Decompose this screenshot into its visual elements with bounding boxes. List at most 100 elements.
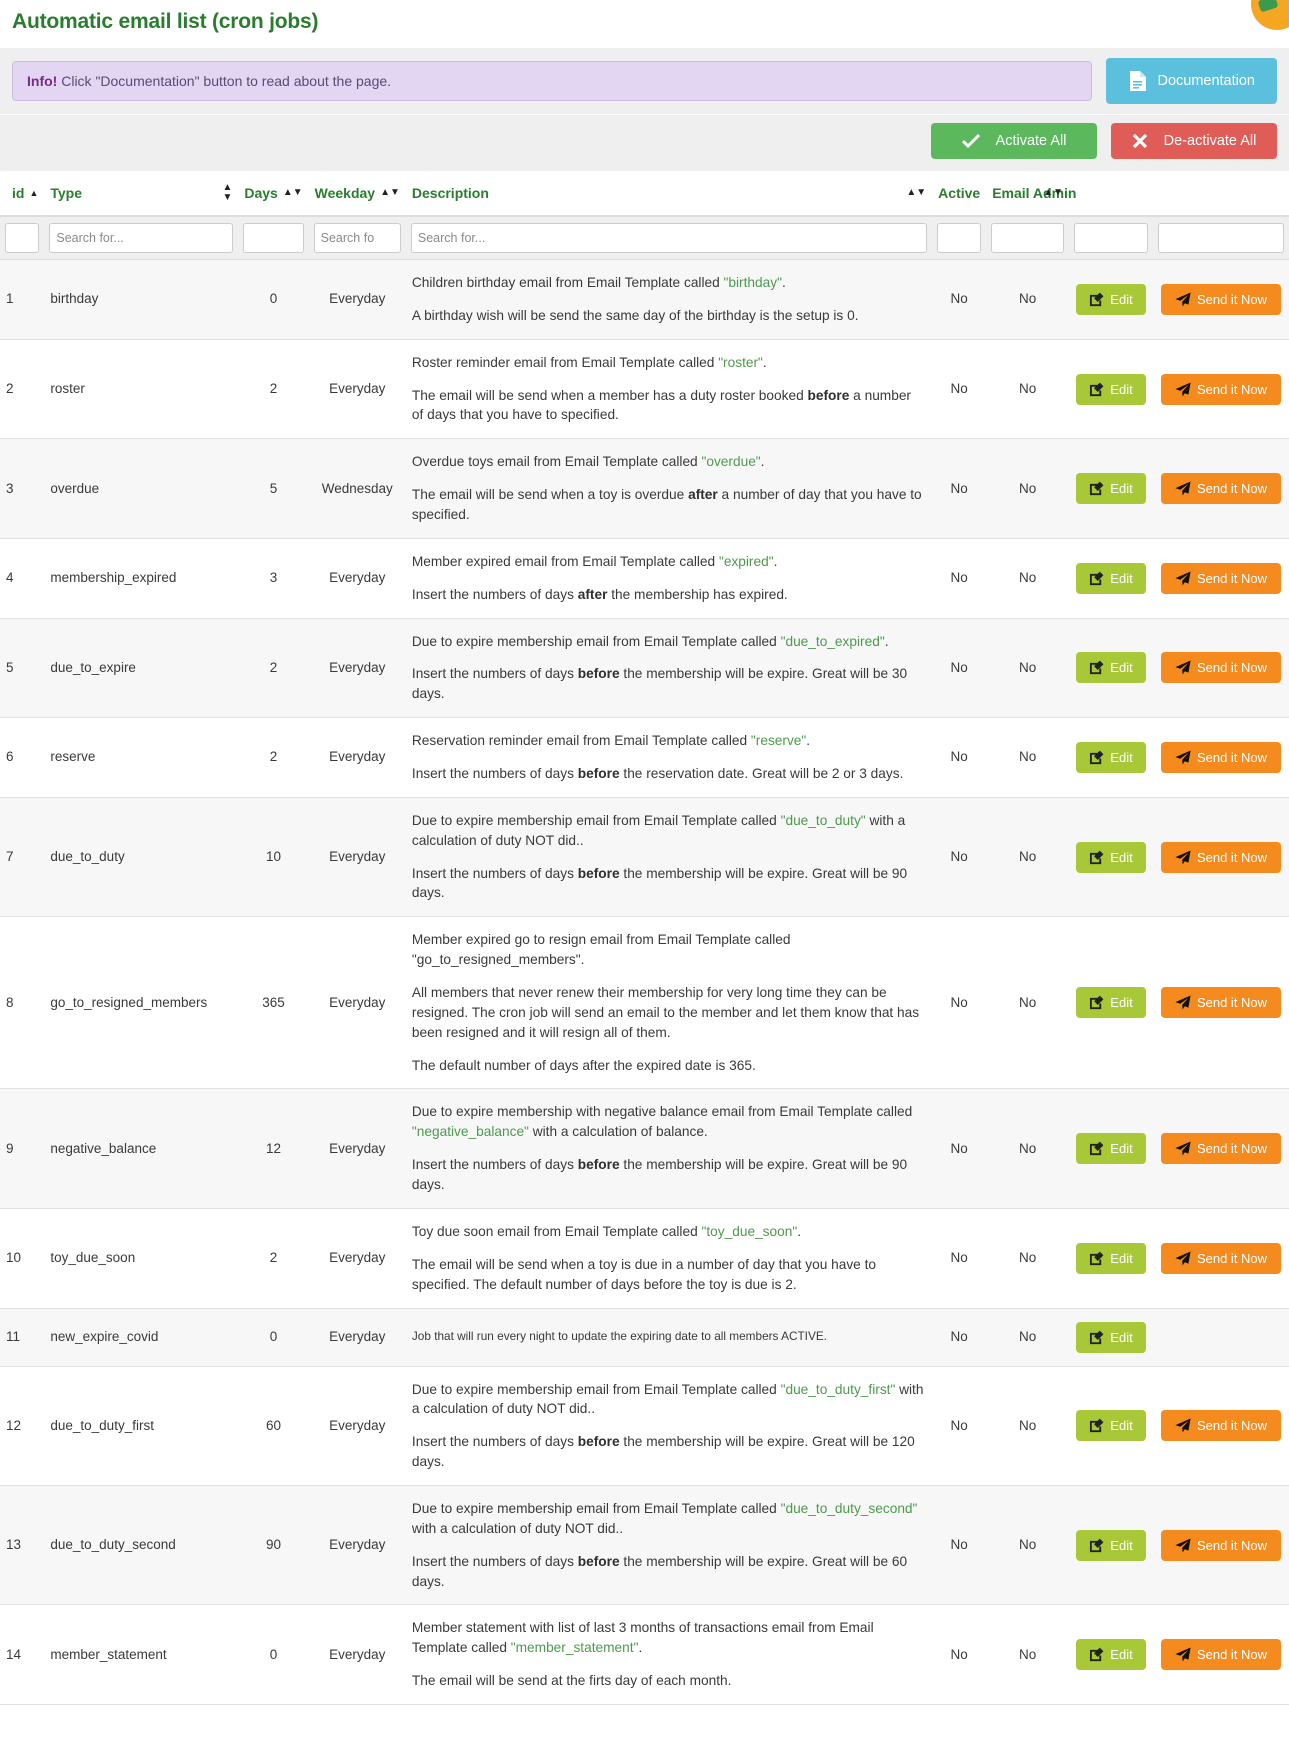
- send-it-now-button[interactable]: Send it Now: [1161, 987, 1281, 1019]
- table-row: 14 member_statement 0 Everyday Member statem…: [0, 1604, 1289, 1705]
- sort-both-icon: ▲▼: [282, 187, 303, 198]
- cell-edit: Edit: [1069, 1308, 1153, 1366]
- deactivate-all-button[interactable]: De-activate All: [1111, 123, 1277, 159]
- cell-days: 5: [269, 480, 278, 496]
- send-it-now-button[interactable]: Send it Now: [1161, 742, 1281, 774]
- edit-button[interactable]: Edit: [1076, 841, 1146, 873]
- cell-edit: Edit: [1069, 538, 1153, 618]
- table-row: 12 due_to_duty_first 60 Everyday Due to expi…: [0, 1366, 1289, 1486]
- edit-button[interactable]: Edit: [1076, 1639, 1146, 1671]
- filter-input-id[interactable]: [5, 223, 40, 253]
- cell-weekday: Everyday: [329, 1140, 386, 1156]
- column-header-email-admin[interactable]: Email Admin ▲▼: [986, 171, 1077, 217]
- filter-cell-weekday: [308, 216, 406, 260]
- cell-weekday: Everyday: [329, 1328, 386, 1344]
- cell-type: membership_expired: [50, 570, 177, 586]
- edit-button-label: Edit: [1110, 291, 1133, 307]
- edit-button[interactable]: Edit: [1076, 742, 1146, 774]
- pencil-square-icon: [1089, 1538, 1104, 1553]
- table-head: id ▲ Type ▲ ▼ Days ▲▼ Weekday ▲▼ Descrip…: [0, 171, 1289, 217]
- column-header-type-sort[interactable]: ▲ ▼: [194, 171, 239, 217]
- edit-button[interactable]: Edit: [1076, 987, 1146, 1019]
- table-filter-row: [0, 216, 1289, 260]
- send-it-now-button[interactable]: Send it Now: [1161, 473, 1281, 505]
- send-it-now-button[interactable]: Send it Now: [1161, 1639, 1281, 1671]
- send-it-now-button[interactable]: Send it Now: [1161, 1133, 1281, 1165]
- cell-active: No: [950, 1140, 968, 1156]
- filter-cell-send: [1153, 216, 1289, 260]
- column-header-type[interactable]: Type: [44, 171, 195, 217]
- cell-active: No: [950, 291, 968, 307]
- cell-type: due_to_expire: [50, 659, 136, 675]
- edit-button[interactable]: Edit: [1076, 1410, 1146, 1442]
- paper-plane-icon: [1175, 995, 1191, 1010]
- cell-id: 11: [6, 1328, 21, 1344]
- filter-input-email-admin[interactable]: [991, 223, 1064, 253]
- cell-days: 3: [269, 570, 278, 586]
- column-header-description[interactable]: Description ▲▼: [405, 171, 933, 217]
- edit-button[interactable]: Edit: [1076, 1242, 1146, 1274]
- cell-weekday: Everyday: [329, 1646, 386, 1662]
- cell-days: 12: [265, 1140, 282, 1156]
- send-it-now-button[interactable]: Send it Now: [1161, 1410, 1281, 1442]
- page-title: Automatic email list (cron jobs): [12, 10, 319, 33]
- table-row: 6 reserve 2 Everyday Reservation reminder em…: [0, 717, 1289, 798]
- send-it-now-button[interactable]: Send it Now: [1161, 841, 1281, 873]
- edit-button[interactable]: Edit: [1076, 283, 1146, 315]
- edit-button[interactable]: Edit: [1076, 1133, 1146, 1165]
- documentation-button[interactable]: Documentation: [1106, 58, 1277, 104]
- filter-input-type[interactable]: [49, 223, 234, 253]
- filter-input-edit[interactable]: [1074, 223, 1148, 253]
- edit-button[interactable]: Edit: [1076, 562, 1146, 594]
- edit-button[interactable]: Edit: [1076, 473, 1146, 505]
- send-it-now-button[interactable]: Send it Now: [1161, 562, 1281, 594]
- edit-button[interactable]: Edit: [1076, 652, 1146, 684]
- pencil-square-icon: [1089, 571, 1104, 586]
- send-it-now-button[interactable]: Send it Now: [1161, 1529, 1281, 1561]
- paper-plane-icon: [1175, 850, 1191, 865]
- filter-input-weekday[interactable]: [313, 223, 401, 253]
- cell-description: Due to expire membership email from Emai…: [411, 1381, 924, 1470]
- column-header-days[interactable]: Days ▲▼: [238, 171, 309, 217]
- column-header-email-admin-label: Email Admin: [992, 185, 1077, 201]
- table-row: 10 toy_due_soon 2 Everyday Toy due soon emai…: [0, 1208, 1289, 1308]
- cell-email-admin: No: [1018, 480, 1037, 496]
- pencil-square-icon: [1089, 660, 1104, 675]
- send-it-now-label: Send it Now: [1196, 1647, 1268, 1663]
- send-it-now-button[interactable]: Send it Now: [1161, 283, 1281, 315]
- cell-send: Send it Now: [1153, 339, 1289, 439]
- cell-days: 60: [265, 1417, 282, 1433]
- cell-email-admin: No: [1018, 849, 1037, 865]
- column-header-id[interactable]: id ▲: [0, 171, 45, 217]
- send-it-now-button[interactable]: Send it Now: [1161, 1242, 1281, 1274]
- filter-input-active[interactable]: [937, 223, 982, 253]
- column-header-active[interactable]: Active: [932, 171, 987, 217]
- activate-all-button[interactable]: Activate All: [931, 123, 1097, 159]
- cell-send: Send it Now: [1153, 260, 1289, 340]
- filter-input-days[interactable]: [243, 223, 304, 253]
- send-it-now-button[interactable]: Send it Now: [1161, 373, 1281, 405]
- column-header-weekday-label: Weekday: [314, 185, 376, 201]
- column-header-weekday[interactable]: Weekday ▲▼: [308, 171, 406, 217]
- cell-id: 8: [6, 994, 14, 1010]
- cell-id: 5: [6, 659, 14, 675]
- send-it-now-button[interactable]: Send it Now: [1161, 652, 1281, 684]
- edit-button[interactable]: Edit: [1076, 373, 1146, 405]
- edit-button[interactable]: Edit: [1076, 1529, 1146, 1561]
- paper-plane-icon: [1175, 1141, 1191, 1156]
- filter-input-send[interactable]: [1158, 223, 1284, 253]
- cell-email-admin: No: [1018, 659, 1037, 675]
- cell-type: due_to_duty: [50, 849, 125, 865]
- sort-both-icon: ▲▼: [380, 187, 400, 198]
- send-it-now-label: Send it Now: [1196, 849, 1268, 865]
- send-it-now-label: Send it Now: [1196, 381, 1268, 397]
- check-icon: [961, 133, 980, 149]
- cell-email-admin: No: [1018, 1646, 1037, 1662]
- table-row: 4 membership_expired 3 Everyday Member expir…: [0, 538, 1289, 619]
- table-row: 11 new_expire_covid 0 Everyday Job that will…: [0, 1308, 1289, 1366]
- edit-button[interactable]: Edit: [1076, 1321, 1146, 1353]
- pencil-square-icon: [1089, 382, 1104, 397]
- send-it-now-label: Send it Now: [1196, 995, 1268, 1011]
- filter-cell-description: [405, 216, 933, 260]
- filter-input-description[interactable]: [410, 223, 928, 253]
